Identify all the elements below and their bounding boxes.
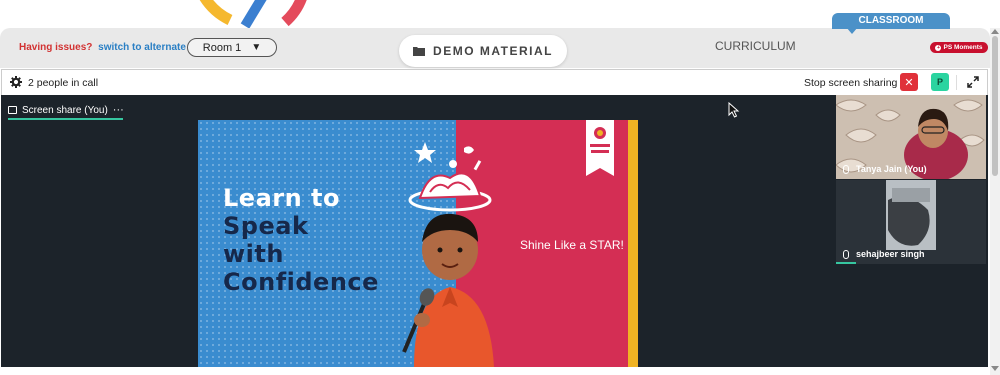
curriculum-tab[interactable]: CURRICULUM (715, 39, 796, 53)
gear-icon[interactable] (10, 76, 22, 88)
slide-edge (638, 120, 640, 367)
ps-moments-label: PS Moments (943, 44, 983, 51)
active-tab-indicator (8, 118, 123, 120)
child-with-microphone-image (402, 142, 494, 367)
participant-name-bar: sehajbeer singh (836, 246, 986, 262)
planet-spark-logo (586, 120, 614, 176)
participant-badge[interactable]: P (931, 73, 949, 91)
participant-name: Tanya Jain (You) (856, 164, 927, 174)
room-select-value: Room 1 (202, 41, 242, 54)
slide-tagline: Shine Like a STAR! (520, 238, 624, 252)
cursor-icon (728, 102, 740, 118)
headline-line-4: Confidence (223, 268, 379, 296)
participant-tile[interactable]: Tanya Jain (You) (836, 95, 986, 179)
demo-material-label: DEMO MATERIAL (433, 44, 553, 58)
speaking-indicator (836, 262, 856, 264)
people-in-call: 2 people in call (28, 77, 99, 89)
participant-name-bar: Tanya Jain (You) (836, 161, 986, 177)
screen-share-label: Screen share (You) (22, 104, 108, 116)
divider (956, 75, 957, 90)
scroll-up-icon[interactable] (991, 29, 999, 34)
slide-yellow-strip (628, 120, 638, 367)
scrollbar-thumb[interactable] (992, 36, 998, 176)
stop-sharing-button[interactable]: ✕ (900, 73, 918, 91)
call-bar: 2 people in call Stop screen sharing ✕ P (1, 69, 988, 95)
slide-headline: Learn to Speak with Confidence (223, 184, 379, 296)
ps-moments-icon: + (935, 44, 942, 51)
classroom-tab-pointer (846, 27, 858, 34)
chevron-down-icon: ▼ (251, 42, 262, 53)
classroom-app: Having issues? switch to alternate room … (0, 0, 1000, 375)
screen-share-tab[interactable]: Screen share (You) ··· (8, 100, 124, 120)
screen-share-icon (8, 106, 17, 114)
shared-screen-slide: Learn to Speak with Confidence Shine Lik… (198, 120, 640, 367)
issues-question: Having issues? (19, 42, 93, 53)
more-options-icon[interactable]: ··· (113, 104, 124, 116)
expand-button[interactable] (964, 73, 982, 91)
participant-tile[interactable]: sehajbeer singh (836, 180, 986, 264)
mic-icon (843, 249, 849, 259)
bottom-strip (0, 367, 990, 375)
room-select[interactable]: Room 1 ▼ (187, 38, 277, 57)
close-icon: ✕ (904, 76, 914, 89)
folder-icon (413, 46, 426, 56)
participant-name: sehajbeer singh (856, 249, 925, 259)
headline-line-1: Learn to (223, 184, 341, 212)
ps-moments-button[interactable]: + PS Moments (930, 42, 988, 53)
scroll-down-icon[interactable] (991, 366, 999, 371)
demo-material-button[interactable]: DEMO MATERIAL (399, 35, 567, 67)
expand-icon (967, 76, 979, 88)
stop-screen-sharing-label: Stop screen sharing (804, 77, 898, 89)
headline-line-3: with (223, 240, 284, 268)
headline-line-2: Speak (223, 212, 309, 240)
issues-notice: Having issues? switch to alternate room (19, 42, 214, 53)
mic-icon (843, 164, 849, 174)
